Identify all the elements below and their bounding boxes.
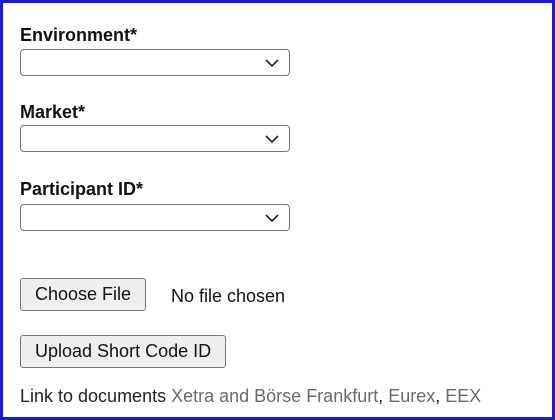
environment-label: Environment* xyxy=(20,25,138,45)
chevron-down-icon xyxy=(265,214,279,223)
doc-separator: , xyxy=(435,386,446,406)
chevron-down-icon xyxy=(265,135,279,144)
documents-prefix: Link to documents xyxy=(20,386,167,406)
participant-id-select[interactable] xyxy=(20,204,290,231)
choose-file-button[interactable]: Choose File xyxy=(20,278,147,311)
chevron-down-icon xyxy=(265,59,279,68)
market-select[interactable] xyxy=(20,125,290,152)
documents-line: Link to documents Xetra and Börse Frankf… xyxy=(20,385,481,407)
doc-link-xetra[interactable]: Xetra and Börse Frankfurt xyxy=(171,386,378,406)
doc-separator: , xyxy=(378,386,389,406)
upload-short-code-button[interactable]: Upload Short Code ID xyxy=(20,335,227,368)
file-status-text: No file chosen xyxy=(171,286,286,306)
market-label: Market* xyxy=(20,102,86,122)
environment-select[interactable] xyxy=(20,49,290,76)
doc-link-eex[interactable]: EEX xyxy=(445,386,481,406)
doc-link-eurex[interactable]: Eurex xyxy=(388,386,435,406)
upload-form-panel: Environment* Market* Participant ID* Cho… xyxy=(0,0,555,420)
participant-id-label: Participant ID* xyxy=(20,179,144,199)
